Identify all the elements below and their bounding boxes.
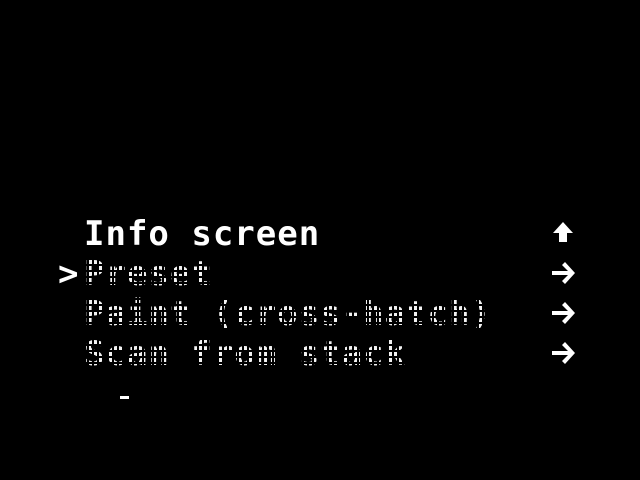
selection-cursor: > xyxy=(58,254,79,294)
menu-item-info-screen[interactable]: Info screen xyxy=(0,214,640,254)
underscore-marker xyxy=(120,396,129,399)
menu-item-paint[interactable]: Paint (cross-hatch) xyxy=(0,294,640,334)
up-arrow-icon xyxy=(548,218,578,248)
menu-item-scan[interactable]: Scan from stack xyxy=(0,334,640,374)
menu-item-preset[interactable]: > Preset xyxy=(0,254,640,294)
menu-item-label: Preset xyxy=(84,254,213,294)
right-arrow-icon xyxy=(548,258,578,288)
right-arrow-icon xyxy=(548,338,578,368)
menu-item-label: Info screen xyxy=(84,214,321,254)
menu-item-label: Scan from stack xyxy=(84,334,407,374)
menu-list: Info screen > Preset Paint (cross-hatch) xyxy=(0,214,640,374)
screen: Info screen > Preset Paint (cross-hatch) xyxy=(0,0,640,480)
right-arrow-icon xyxy=(548,298,578,328)
menu-item-label: Paint (cross-hatch) xyxy=(84,294,492,334)
